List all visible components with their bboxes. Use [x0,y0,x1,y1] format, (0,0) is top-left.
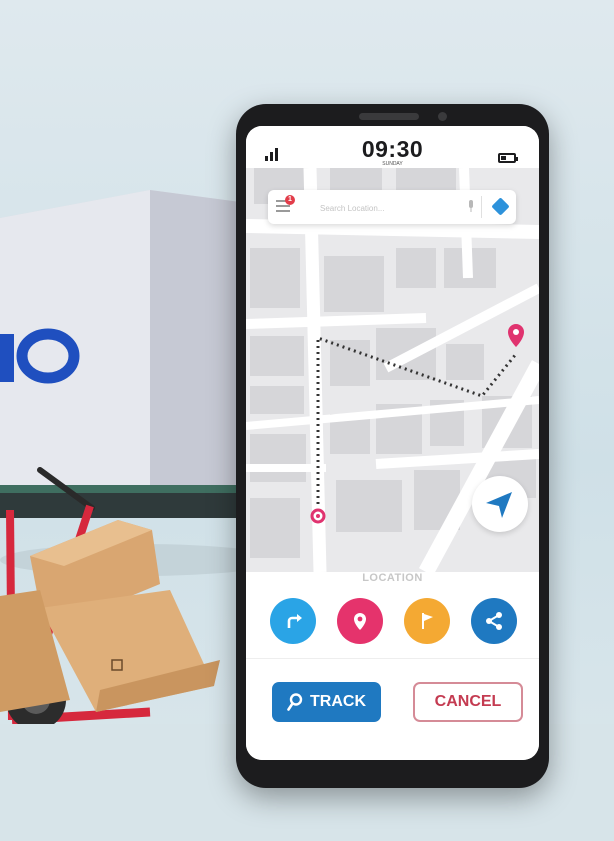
notification-badge: 1 [285,195,295,205]
location-panel: LOCATION TRACK CANCEL [246,572,539,760]
turn-right-icon [287,614,302,628]
smartphone: 09:30 SUNDAY 1 Search Location... LOCATI… [236,104,549,788]
directions-icon[interactable] [491,197,510,216]
panel-label: LOCATION [362,572,423,584]
search-bar[interactable]: 1 [268,190,516,224]
cancel-button[interactable]: CANCEL [413,682,523,722]
track-button[interactable]: TRACK [272,682,381,722]
panel-divider [246,658,539,659]
flag-button[interactable] [404,598,450,644]
location-pin-icon [354,613,366,630]
track-label: TRACK [310,693,366,710]
status-time: 09:30 [361,136,424,162]
share-button[interactable] [471,598,517,644]
search-divider [481,196,482,218]
navigation-arrow-icon [486,492,512,518]
status-bar: 09:30 SUNDAY [246,126,539,168]
status-day: SUNDAY [382,161,403,167]
turn-right-button[interactable] [270,598,316,644]
navigate-button[interactable] [472,476,528,532]
phone-speaker [359,113,419,120]
search-icon [287,693,303,711]
camera-icon [438,112,447,121]
action-row [246,598,539,644]
microphone-icon[interactable] [468,200,474,212]
phone-screen: 09:30 SUNDAY 1 Search Location... LOCATI… [246,126,539,760]
share-icon [486,612,502,630]
location-pin-button[interactable] [337,598,383,644]
battery-icon [498,153,518,163]
search-input[interactable] [318,199,452,217]
flag-icon [422,613,433,629]
cancel-label: CANCEL [434,693,502,710]
